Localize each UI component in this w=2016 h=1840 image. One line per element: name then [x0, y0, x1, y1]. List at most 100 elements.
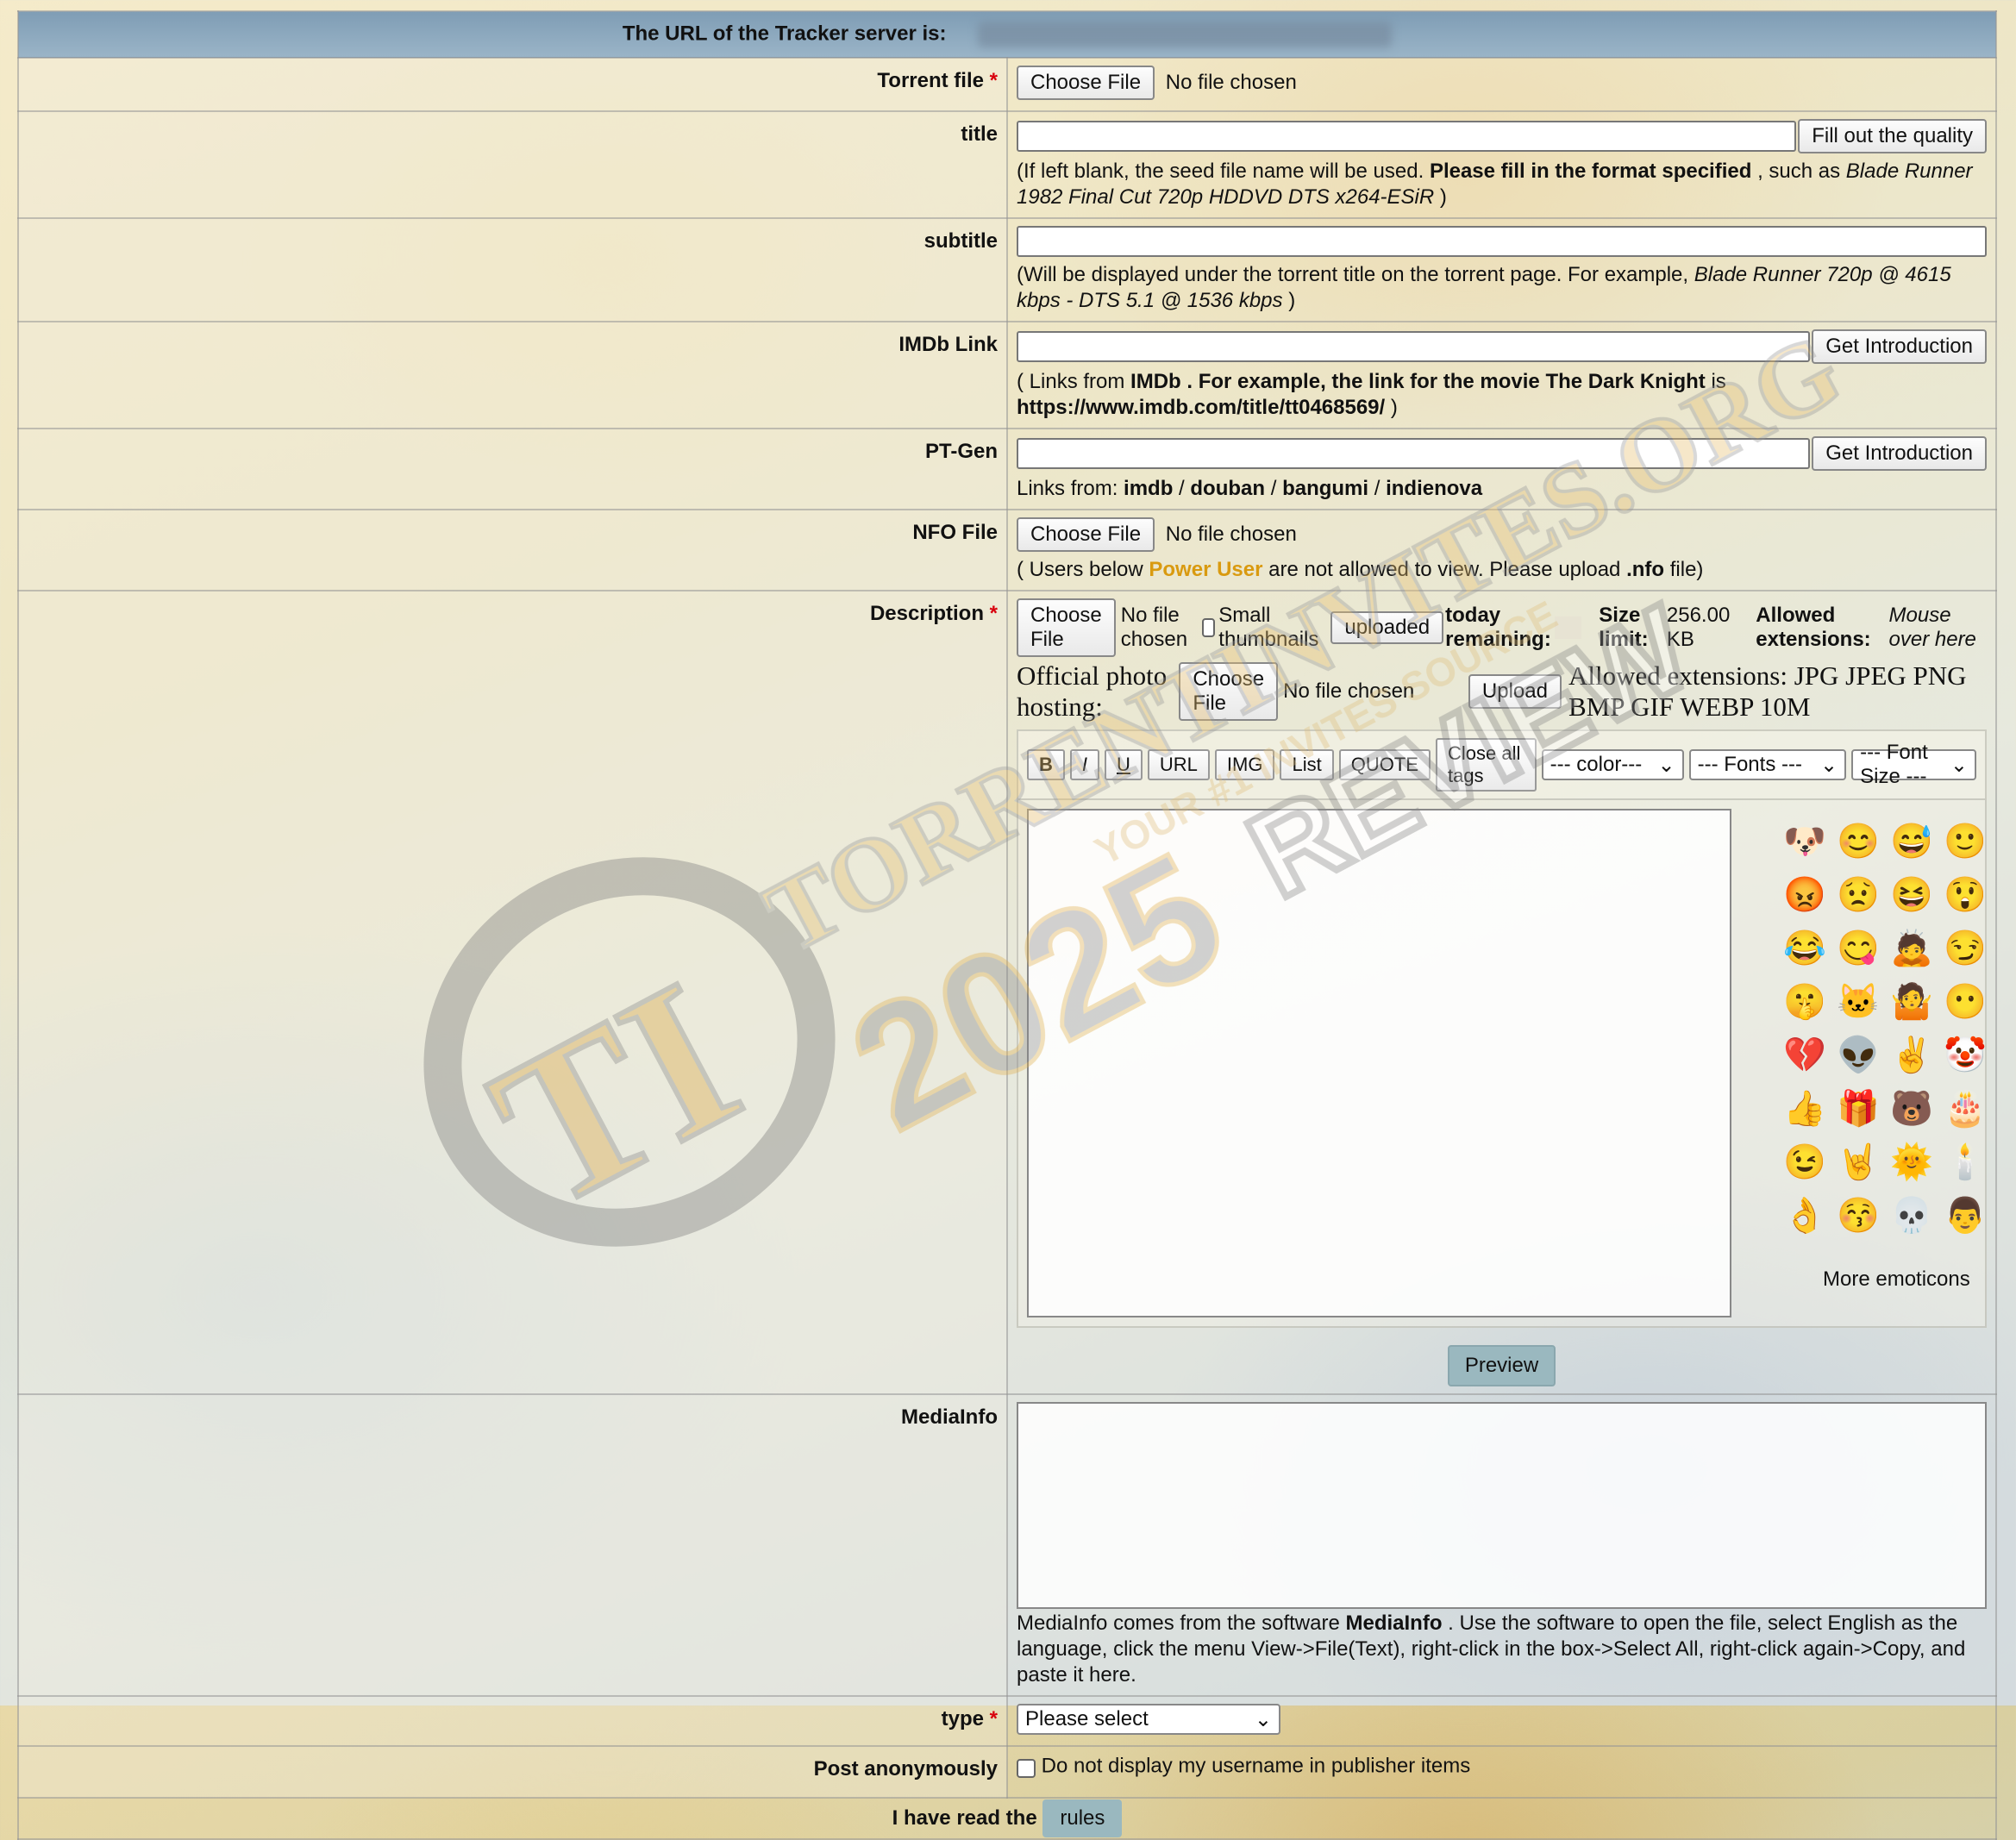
photo-upload-button[interactable]: Upload: [1468, 674, 1562, 709]
emoticon-icon[interactable]: 😆: [1890, 874, 1933, 916]
rules-button[interactable]: rules: [1042, 1799, 1123, 1837]
description-choose-file-button[interactable]: Choose File: [1017, 598, 1116, 657]
preview-button[interactable]: Preview: [1447, 1345, 1556, 1386]
description-textarea[interactable]: [1027, 809, 1731, 1317]
list-button[interactable]: List: [1280, 749, 1334, 780]
emoticon-icon[interactable]: 👽: [1837, 1035, 1880, 1076]
emoticon-icon[interactable]: 🎁: [1837, 1088, 1880, 1130]
emoticons-grid: 🐶 😊 😅 🙂 😡 😟 😆 😲 😂 😋 🙇 😏 🤫 🐱 🤷 😶 💔 👽 ✌️ 🤡 👍 🎁 🐻 🎂 😉 🤘 🌞 🕯️ 👌 😚 💀 👨: [1783, 821, 1987, 1236]
emoticon-icon[interactable]: 😲: [1944, 874, 1987, 916]
tracker-url-redacted: [978, 22, 1393, 47]
emoticon-icon[interactable]: 🤷: [1890, 981, 1933, 1023]
emoticon-icon[interactable]: 💔: [1783, 1035, 1826, 1076]
ptgen-link-indienova[interactable]: indienova: [1386, 477, 1482, 500]
subtitle-label: subtitle: [17, 217, 1008, 322]
nfo-choose-file-button[interactable]: Choose File: [1017, 517, 1155, 552]
photo-allowed-extensions: Allowed extensions: JPG JPEG PNG BMP GIF…: [1568, 660, 1967, 722]
mediainfo-label: MediaInfo: [17, 1393, 1008, 1697]
torrent-file-label: Torrent file *: [17, 57, 1008, 112]
type-label: type *: [17, 1695, 1008, 1747]
ptgen-input[interactable]: [1017, 438, 1811, 469]
today-remaining-value: [1554, 616, 1582, 639]
emoticon-icon[interactable]: 😡: [1783, 874, 1826, 916]
emoticon-icon[interactable]: 🤡: [1944, 1035, 1987, 1076]
mediainfo-textarea[interactable]: [1017, 1402, 1987, 1609]
upload-form: The URL of the Tracker server is: Torren…: [17, 10, 1997, 1840]
ptgen-link-douban[interactable]: douban: [1190, 477, 1265, 500]
mediainfo-note: MediaInfo comes from the software MediaI…: [1017, 1612, 1966, 1687]
emoticon-icon[interactable]: 😏: [1944, 928, 1987, 969]
subtitle-note: (Will be displayed under the torrent tit…: [1017, 263, 1951, 312]
emoticon-icon[interactable]: 😉: [1783, 1142, 1826, 1183]
emoticon-icon[interactable]: 🙂: [1944, 821, 1987, 862]
imdb-get-introduction-button[interactable]: Get Introduction: [1812, 329, 1987, 364]
uploaded-button[interactable]: uploaded: [1330, 611, 1444, 644]
bold-button[interactable]: B: [1027, 749, 1065, 780]
title-note: (If left blank, the seed file name will …: [1017, 160, 1973, 209]
description-file-status: No file chosen: [1120, 604, 1188, 651]
emoticon-icon[interactable]: 🐱: [1837, 981, 1880, 1023]
small-thumbnails-checkbox[interactable]: [1201, 618, 1216, 637]
ptgen-link-imdb[interactable]: imdb: [1124, 477, 1173, 500]
chevron-down-icon: ⌄: [1254, 1707, 1272, 1731]
emoticon-icon[interactable]: 😊: [1837, 821, 1880, 862]
emoticon-icon[interactable]: 😅: [1890, 821, 1933, 862]
nfo-file-status: No file chosen: [1165, 523, 1297, 546]
chevron-down-icon: ⌄: [1950, 753, 1968, 777]
emoticon-icon[interactable]: 🐻: [1890, 1088, 1933, 1130]
ptgen-note: Links from: imdb / douban / bangumi / in…: [1017, 477, 1483, 500]
ptgen-get-introduction-button[interactable]: Get Introduction: [1812, 436, 1987, 471]
emoticon-icon[interactable]: 🕯️: [1944, 1142, 1987, 1183]
allowed-extensions-hover[interactable]: Mouse over here: [1889, 604, 1987, 652]
underline-button[interactable]: U: [1105, 749, 1143, 780]
emoticon-icon[interactable]: 👍: [1783, 1088, 1826, 1130]
emoticon-icon[interactable]: 💀: [1890, 1195, 1933, 1236]
photo-hosting-label: Official photo hosting:: [1017, 660, 1168, 722]
imdb-input[interactable]: [1017, 331, 1811, 362]
ptgen-label: PT-Gen: [17, 428, 1008, 510]
read-rules-text: I have read the: [892, 1806, 1037, 1830]
tracker-header: The URL of the Tracker server is:: [17, 10, 1997, 59]
emoticon-icon[interactable]: 👌: [1783, 1195, 1826, 1236]
torrent-choose-file-button[interactable]: Choose File: [1017, 66, 1155, 100]
url-button[interactable]: URL: [1147, 749, 1210, 780]
emoticon-icon[interactable]: 🤘: [1837, 1142, 1880, 1183]
photo-choose-file-button[interactable]: Choose File: [1179, 662, 1279, 721]
type-select[interactable]: Please select ⌄: [1017, 1704, 1280, 1735]
tracker-url-label: The URL of the Tracker server is:: [622, 22, 947, 46]
emoticon-icon[interactable]: 😂: [1783, 928, 1826, 969]
size-limit-label: Size limit:: [1599, 604, 1649, 651]
anonymous-checkbox[interactable]: [1017, 1758, 1036, 1778]
emoticon-icon[interactable]: 😶: [1944, 981, 1987, 1023]
torrent-file-status: No file chosen: [1165, 71, 1297, 94]
subtitle-input[interactable]: [1017, 226, 1987, 257]
emoticon-icon[interactable]: 😟: [1837, 874, 1880, 916]
color-select[interactable]: --- color--- ⌄: [1541, 749, 1684, 780]
nfo-note: ( Users below Power User are not allowed…: [1017, 558, 1704, 581]
emoticon-icon[interactable]: 😋: [1837, 928, 1880, 969]
emoticon-icon[interactable]: 🙇: [1890, 928, 1933, 969]
emoticon-icon[interactable]: 🤫: [1783, 981, 1826, 1023]
emoticon-icon[interactable]: 🐶: [1783, 821, 1826, 862]
img-button[interactable]: IMG: [1214, 749, 1275, 780]
fonts-select[interactable]: --- Fonts --- ⌄: [1688, 749, 1847, 780]
font-size-select[interactable]: --- Font Size --- ⌄: [1851, 741, 1976, 788]
emoticon-icon[interactable]: ✌️: [1890, 1035, 1933, 1076]
title-input[interactable]: [1017, 121, 1797, 152]
chevron-down-icon: ⌄: [1820, 753, 1838, 777]
ptgen-link-bangumi[interactable]: bangumi: [1282, 477, 1368, 500]
chevron-down-icon: ⌄: [1657, 753, 1675, 777]
emoticon-icon[interactable]: 👨: [1944, 1195, 1987, 1236]
today-remaining-label: today remaining:: [1445, 604, 1551, 651]
quote-button[interactable]: QUOTE: [1338, 749, 1431, 780]
anonymous-checkbox-label: Do not display my username in publisher …: [1041, 1754, 1471, 1778]
bbcode-toolbar: B I U URL IMG List QUOTE Close all tags …: [1017, 729, 1987, 798]
more-emoticons-link[interactable]: More emoticons: [1823, 1267, 1985, 1292]
fill-quality-button[interactable]: Fill out the quality: [1798, 119, 1987, 153]
title-label: title: [17, 110, 1008, 219]
emoticon-icon[interactable]: 🌞: [1890, 1142, 1933, 1183]
italic-button[interactable]: I: [1069, 749, 1100, 780]
emoticon-icon[interactable]: 😚: [1837, 1195, 1880, 1236]
close-all-tags-button[interactable]: Close all tags: [1435, 738, 1537, 792]
emoticon-icon[interactable]: 🎂: [1944, 1088, 1987, 1130]
